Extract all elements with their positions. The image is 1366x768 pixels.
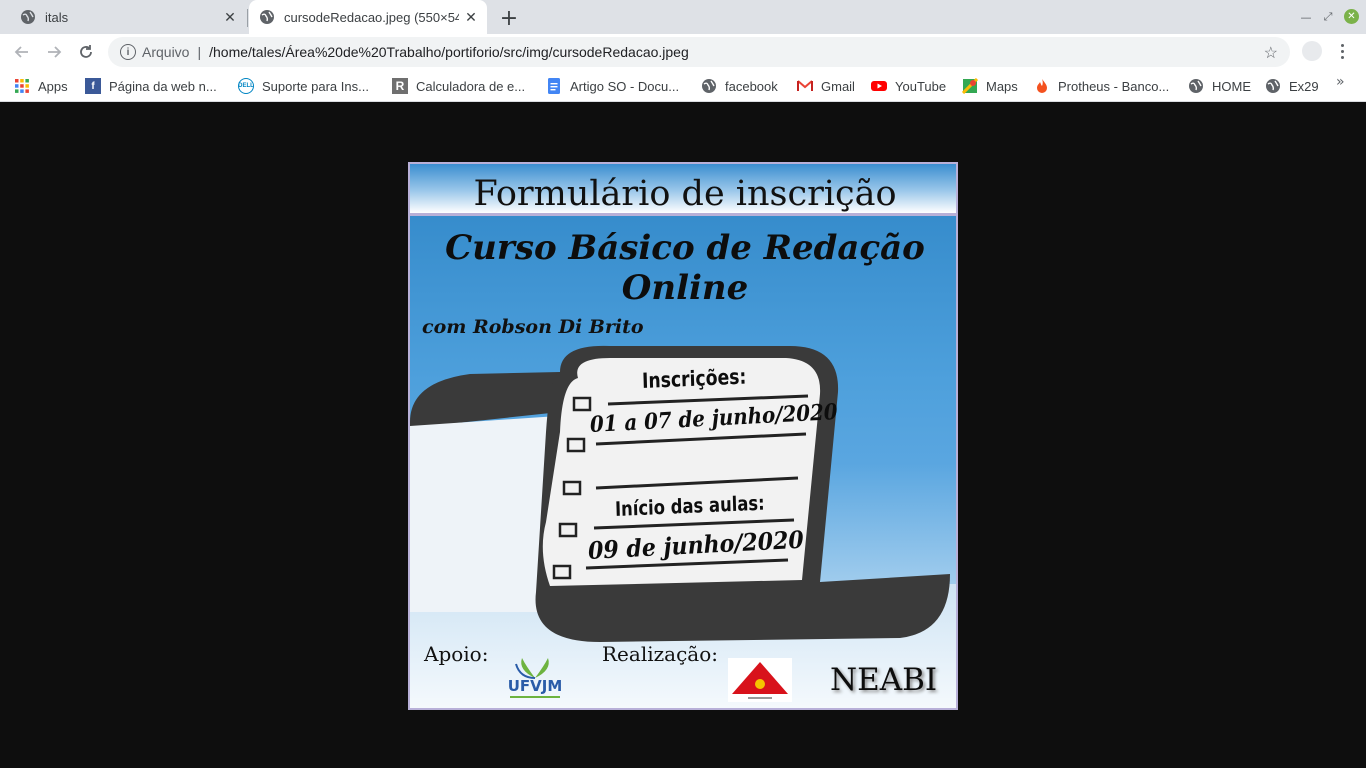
gmail-icon <box>797 80 813 91</box>
bookmark-suporte[interactable]: DELL Suporte para Ins... <box>238 76 369 96</box>
tab-strip: itals ✕ cursodeRedacao.jpeg (550×548) ✕ … <box>0 0 1366 34</box>
apoio-label: Apoio: <box>424 642 489 666</box>
bookmark-apps[interactable]: Apps <box>14 76 68 96</box>
tab-cursoderedacao[interactable]: cursodeRedacao.jpeg (550×548) ✕ <box>249 0 487 34</box>
bookmark-youtube[interactable]: YouTube <box>871 76 946 96</box>
forward-button[interactable] <box>40 38 68 66</box>
reload-icon <box>80 45 92 58</box>
globe-icon <box>1189 79 1203 93</box>
address-divider: | <box>197 44 202 60</box>
restore-icon[interactable]: ⤢ <box>1318 7 1338 27</box>
scheme-label: Arquivo <box>142 44 190 60</box>
bookmark-label: HOME <box>1212 78 1251 94</box>
docs-icon <box>548 78 560 94</box>
bookmark-ex29[interactable]: Ex29 <box>1265 76 1319 96</box>
maps-icon <box>962 78 978 94</box>
close-tab-icon[interactable]: ✕ <box>459 5 483 29</box>
bookmark-label: Protheus - Banco... <box>1058 78 1170 94</box>
inscricoes-label: Inscrições: <box>641 364 747 393</box>
arrow-left-icon <box>14 46 28 58</box>
tab-title: cursodeRedacao.jpeg (550×548) <box>284 9 459 25</box>
bookmark-label: Apps <box>38 78 68 94</box>
facebook-icon: f <box>85 78 101 94</box>
arrow-right-icon <box>48 46 62 58</box>
address-bar[interactable]: i Arquivo | /home/tales/Área%20de%20Trab… <box>108 37 1290 67</box>
globe-icon <box>260 10 274 24</box>
bookmark-label: Maps <box>986 78 1018 94</box>
teacher-name: com Robson Di Brito <box>422 316 644 338</box>
ufvjm-label: UFVJM <box>507 677 563 695</box>
info-icon[interactable]: i <box>120 44 136 60</box>
poster-title: Formulário de inscrição <box>473 174 897 214</box>
globe-icon <box>1266 79 1280 93</box>
profile-avatar[interactable] <box>1302 41 1322 61</box>
globe-icon <box>21 10 35 24</box>
realizacao-logo-icon <box>728 658 792 702</box>
dell-icon: DELL <box>238 78 254 94</box>
course-title-line2: Online <box>621 268 749 308</box>
globe-icon <box>702 79 716 93</box>
bookmark-label: Artigo SO - Docu... <box>570 78 680 94</box>
bookmark-star-icon[interactable]: ☆ <box>1264 43 1278 63</box>
neabi-logo: NEABI <box>830 662 938 698</box>
bookmark-label: Suporte para Ins... <box>262 78 369 94</box>
tab-title: itals <box>45 9 69 25</box>
new-tab-button[interactable]: + <box>496 5 522 31</box>
url-text: /home/tales/Área%20de%20Trabalho/portifo… <box>209 44 689 60</box>
bookmarks-bar: Apps f Página da web n... DELL Suporte p… <box>0 70 1366 102</box>
bookmark-label: Ex29 <box>1289 78 1319 94</box>
bookmark-facebook[interactable]: facebook <box>701 76 778 96</box>
bookmark-label: Gmail <box>821 78 855 94</box>
bookmarks-overflow-icon[interactable]: » <box>1336 74 1345 90</box>
minimize-icon[interactable]: — <box>1296 7 1316 27</box>
apps-grid-icon <box>15 79 29 93</box>
poster-image: Formulário de inscrição Curso Básico de … <box>408 162 958 710</box>
close-tab-icon[interactable]: ✕ <box>218 5 242 29</box>
menu-icon[interactable] <box>1336 40 1348 62</box>
realizacao-label: Realização: <box>602 642 718 666</box>
course-title-line1: Curso Básico de Redação <box>445 228 925 268</box>
r-icon: R <box>392 78 408 94</box>
reload-button[interactable] <box>72 38 100 66</box>
browser-toolbar: i Arquivo | /home/tales/Área%20de%20Trab… <box>0 34 1366 70</box>
fire-icon <box>1037 79 1047 93</box>
back-button[interactable] <box>8 38 36 66</box>
tab-separator <box>247 9 248 27</box>
bookmark-pagina-web[interactable]: f Página da web n... <box>85 76 217 96</box>
bookmark-gmail[interactable]: Gmail <box>797 76 855 96</box>
scroll-left-paper <box>410 416 558 612</box>
bookmark-label: facebook <box>725 78 778 94</box>
bookmark-home[interactable]: HOME <box>1188 76 1251 96</box>
bookmark-label: YouTube <box>895 78 947 94</box>
bookmark-artigo-so[interactable]: Artigo SO - Docu... <box>546 76 679 96</box>
bookmark-maps[interactable]: Maps <box>962 76 1018 96</box>
youtube-icon <box>871 81 887 91</box>
bookmark-label: Calculadora de e... <box>416 78 526 94</box>
tab-itals[interactable]: itals ✕ <box>0 0 246 34</box>
bookmark-label: Página da web n... <box>109 78 217 94</box>
bookmark-calculadora[interactable]: R Calculadora de e... <box>392 76 525 96</box>
window-close-icon[interactable]: ✕ <box>1344 9 1359 24</box>
bookmark-protheus[interactable]: Protheus - Banco... <box>1034 76 1169 96</box>
